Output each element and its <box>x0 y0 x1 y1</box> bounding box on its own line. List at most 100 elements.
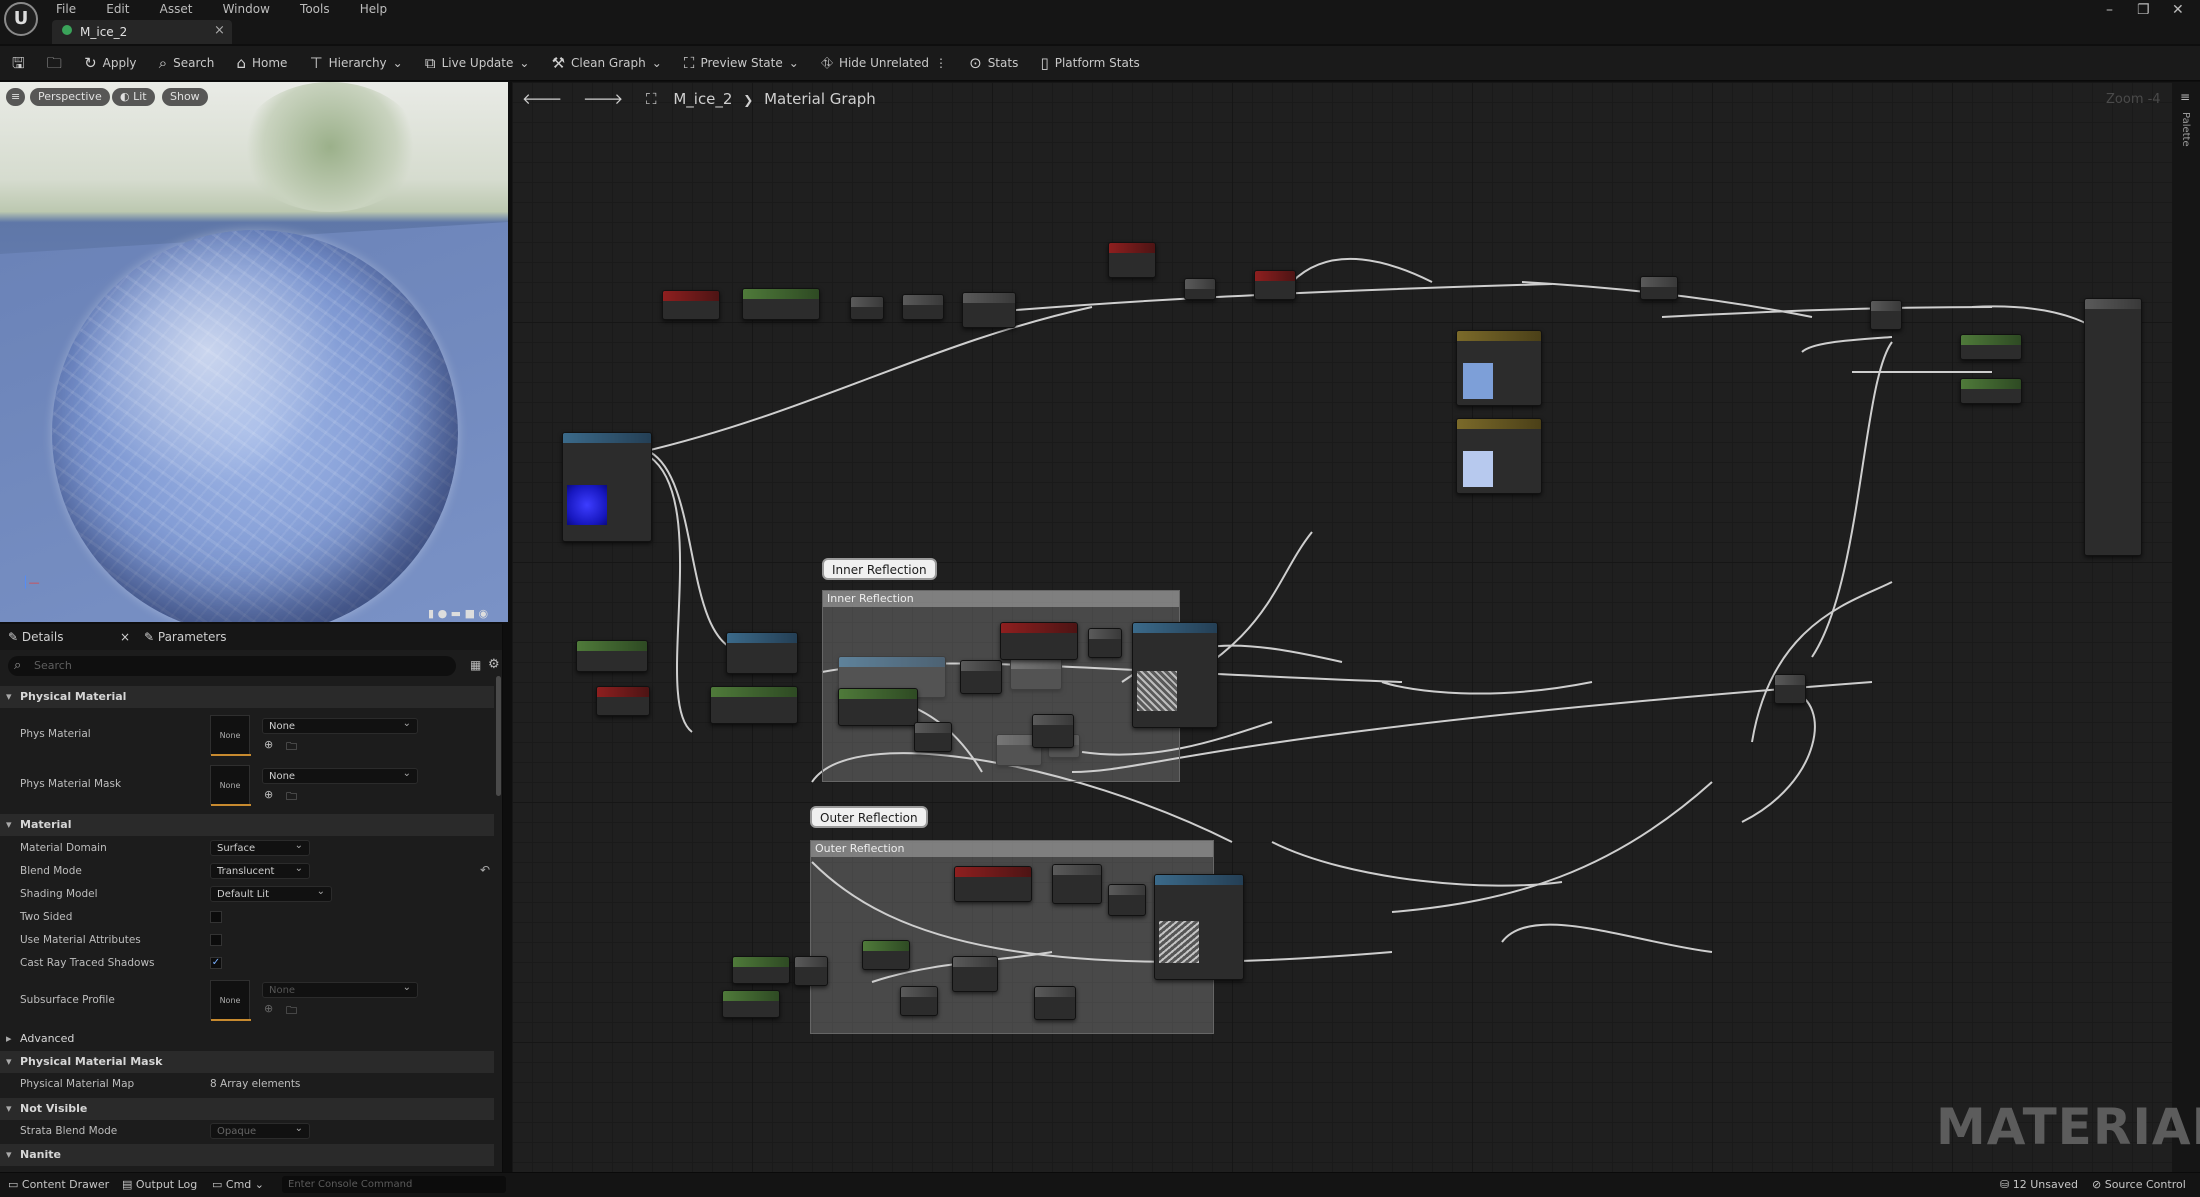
menu-edit[interactable]: Edit <box>106 1 129 17</box>
table-view-icon[interactable]: ▦ <box>470 658 481 672</box>
menu-help[interactable]: Help <box>360 1 387 17</box>
graph-node[interactable] <box>902 294 944 320</box>
palette-tab[interactable]: Palette <box>2180 112 2191 147</box>
graph-node[interactable] <box>1870 300 1902 330</box>
output-log-button[interactable]: ▤ Output Log <box>122 1178 197 1191</box>
hide-unrelated-button[interactable]: ⛗ Hide Unrelated ⋮ <box>821 46 947 80</box>
hierarchy-button[interactable]: ⊤ Hierarchy ⌄ <box>310 46 403 80</box>
use-selected-icon[interactable]: ⊕ <box>264 738 273 751</box>
graph-node[interactable] <box>900 986 938 1016</box>
shading-model-dropdown[interactable]: Default Lit <box>210 884 332 902</box>
texture-sample-node[interactable] <box>1132 622 1218 728</box>
menu-file[interactable]: File <box>56 1 76 17</box>
phys-material-mask-thumbnail[interactable]: None <box>210 765 251 806</box>
unsaved-indicator[interactable]: ⛁ 12 Unsaved <box>2000 1178 2078 1191</box>
reset-to-default-icon[interactable]: ↶ <box>480 863 490 877</box>
graph-node[interactable] <box>722 990 780 1018</box>
cube-icon[interactable]: ■ <box>465 607 475 620</box>
material-output-node[interactable] <box>2084 298 2142 556</box>
details-scrollbar[interactable] <box>496 676 501 796</box>
menu-asset[interactable]: Asset <box>160 1 193 17</box>
graph-node[interactable] <box>1088 628 1122 658</box>
lit-button[interactable]: ◐ Lit <box>112 88 155 106</box>
preview-viewport[interactable] <box>0 82 508 622</box>
palette-menu-icon[interactable]: ≡ <box>2180 90 2190 104</box>
section-physical-material[interactable]: Physical Material <box>0 686 494 708</box>
blend-mode-dropdown[interactable]: Translucent <box>210 861 310 879</box>
texture-sample-node[interactable] <box>1154 874 1244 980</box>
content-drawer-button[interactable]: ▭ Content Drawer <box>8 1178 109 1191</box>
platform-stats-button[interactable]: ▯ Platform Stats <box>1040 46 1139 80</box>
browse-folder-icon[interactable]: 🗀 <box>286 738 297 757</box>
show-button[interactable]: Show <box>162 88 208 106</box>
tab-details[interactable]: ✎ Details <box>8 624 63 650</box>
graph-node[interactable] <box>1254 270 1296 300</box>
asset-tab-close-icon[interactable]: × <box>214 23 225 38</box>
section-not-visible[interactable]: Not Visible <box>0 1098 494 1120</box>
unreal-logo-icon[interactable]: U <box>4 2 38 36</box>
source-control-button[interactable]: ⊘ Source Control <box>2092 1178 2186 1191</box>
menu-window[interactable]: Window <box>223 1 270 17</box>
preview-state-button[interactable]: ⛶ Preview State ⌄ <box>684 46 799 80</box>
graph-node[interactable] <box>710 686 798 724</box>
search-button[interactable]: ⌕ Search <box>159 46 215 80</box>
save-button[interactable]: 🖫 <box>12 49 25 83</box>
graph-node[interactable] <box>1034 986 1076 1020</box>
browse-folder-icon[interactable]: 🗀 <box>286 1002 297 1021</box>
graph-node[interactable] <box>914 722 952 752</box>
graph-node[interactable] <box>662 290 720 320</box>
graph-node[interactable] <box>850 296 884 320</box>
graph-node[interactable] <box>960 660 1002 694</box>
restore-button[interactable]: ❐ <box>2137 2 2150 18</box>
graph-node[interactable] <box>962 292 1016 328</box>
palette-sidebar[interactable]: ≡ Palette <box>2172 82 2200 1172</box>
settings-gear-icon[interactable]: ⚙ <box>488 657 500 672</box>
color-parameter-node[interactable] <box>1456 330 1542 406</box>
graph-node[interactable] <box>1960 378 2022 404</box>
outer-reflection-bubble[interactable]: Outer Reflection <box>810 806 928 828</box>
graph-node[interactable] <box>1108 242 1156 278</box>
graph-node[interactable] <box>1774 674 1806 704</box>
clean-graph-button[interactable]: ⚒ Clean Graph ⌄ <box>552 46 662 80</box>
plane-icon[interactable]: ▬ <box>451 607 461 620</box>
menu-tools[interactable]: Tools <box>300 1 330 17</box>
phys-material-dropdown[interactable]: None <box>262 716 418 734</box>
browse-folder-icon[interactable]: 🗀 <box>286 788 297 807</box>
use-selected-icon[interactable]: ⊕ <box>264 1002 273 1015</box>
section-advanced[interactable]: Advanced <box>0 1028 494 1050</box>
graph-node[interactable] <box>1052 864 1102 904</box>
graph-node[interactable] <box>862 940 910 970</box>
graph-node[interactable] <box>1108 884 1146 916</box>
physical-material-map-label[interactable]: Physical Material Map <box>20 1078 134 1090</box>
home-button[interactable]: ⌂ Home <box>236 46 287 80</box>
viewport-options-button[interactable]: ≡ <box>6 88 26 106</box>
graph-node[interactable] <box>596 686 650 716</box>
graph-node[interactable] <box>794 956 828 986</box>
cylinder-icon[interactable]: ▮ <box>428 607 434 620</box>
strata-blend-mode-dropdown[interactable]: Opaque <box>210 1121 310 1139</box>
tab-details-close-icon[interactable]: × <box>120 624 130 650</box>
two-sided-checkbox[interactable] <box>210 911 222 923</box>
graph-node[interactable] <box>1000 622 1078 660</box>
stats-button[interactable]: ⊙ Stats <box>969 46 1018 80</box>
phys-material-mask-dropdown[interactable]: None <box>262 766 418 784</box>
breadcrumb-current[interactable]: Material Graph <box>764 90 876 108</box>
material-graph-canvas[interactable]: Inner Reflection Inner Reflection Outer … <box>512 82 2172 1172</box>
subsurface-profile-thumbnail[interactable]: None <box>210 980 251 1021</box>
graph-node[interactable] <box>952 956 998 992</box>
minimize-button[interactable]: – <box>2106 2 2113 18</box>
section-physical-material-mask[interactable]: Physical Material Mask <box>0 1051 494 1073</box>
subsurface-profile-dropdown[interactable]: None <box>262 980 418 998</box>
graph-node[interactable] <box>1640 276 1678 300</box>
graph-node[interactable] <box>1032 714 1074 748</box>
cmd-button[interactable]: ▭ Cmd ⌄ <box>212 1178 264 1191</box>
section-nanite[interactable]: Nanite <box>0 1144 494 1166</box>
teapot-icon[interactable]: ◉ <box>478 607 488 620</box>
use-selected-icon[interactable]: ⊕ <box>264 788 273 801</box>
browse-button[interactable]: 🗀 <box>47 49 62 83</box>
phys-material-thumbnail[interactable]: None <box>210 715 251 756</box>
breadcrumb-root[interactable]: M_ice_2 <box>673 90 732 108</box>
viewport-shape-buttons[interactable]: ▮ ● ▬ ■ ◉ <box>428 607 488 620</box>
graph-node[interactable] <box>1960 334 2022 360</box>
graph-node[interactable] <box>726 632 798 674</box>
